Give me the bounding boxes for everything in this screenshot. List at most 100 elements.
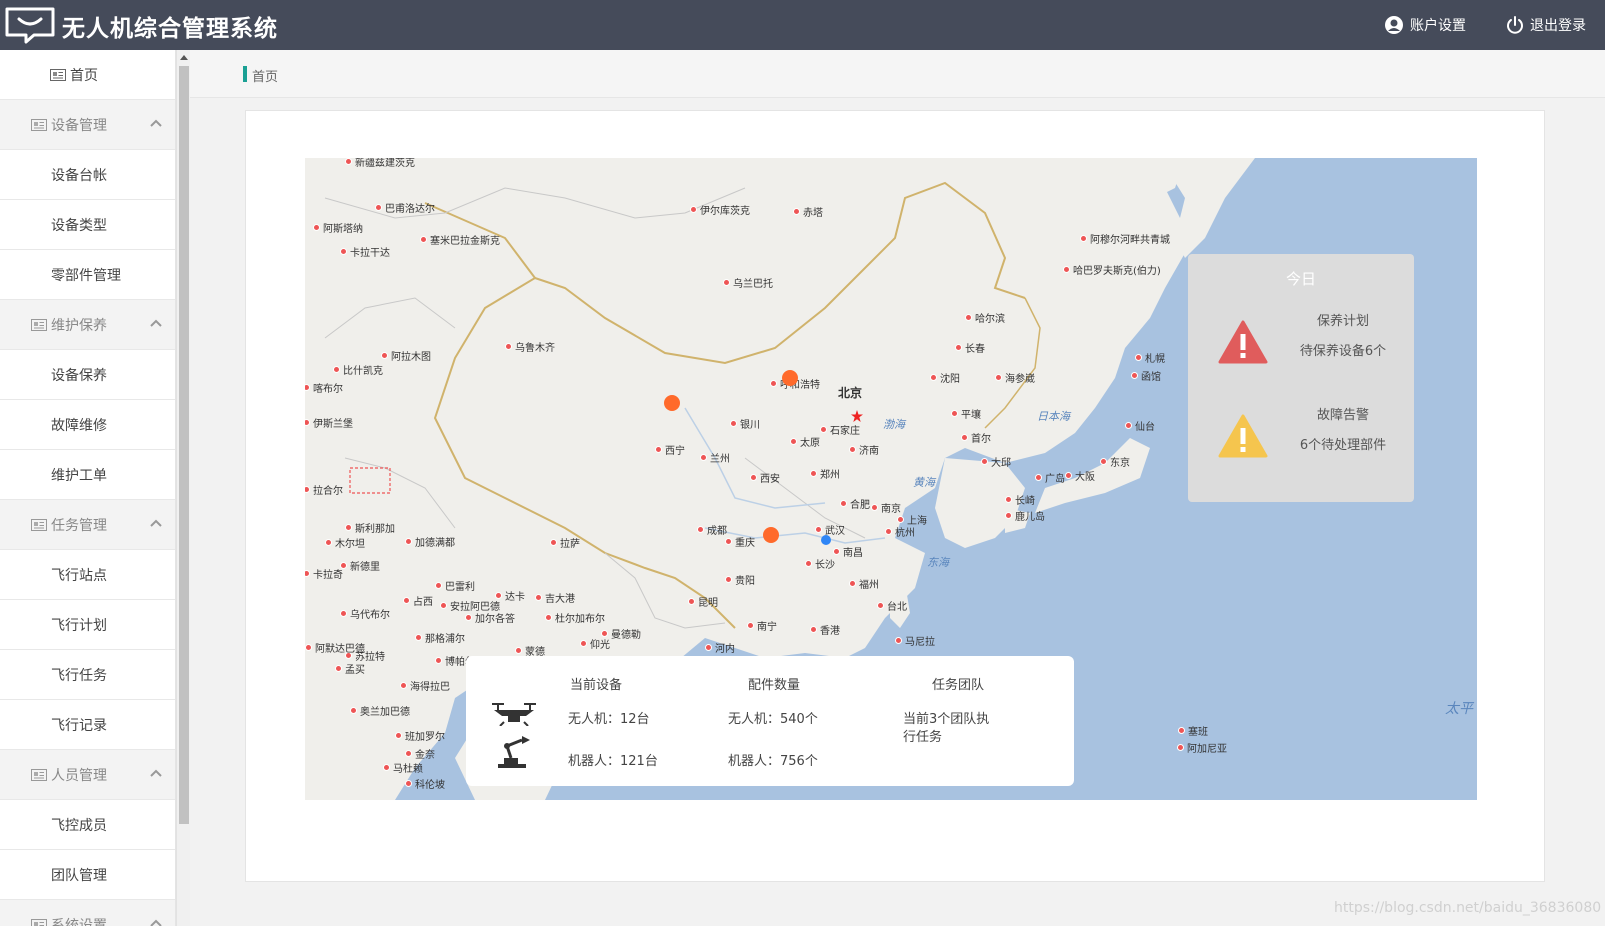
alert-description: 待保养设备6个 [1299,344,1387,359]
sidebar-item-label: 维护工单 [51,467,107,484]
sidebar-item-equipment-type[interactable]: 设备类型 [0,200,175,250]
scrollbar-thumb[interactable] [179,66,189,824]
sidebar-scrollbar[interactable] [176,50,190,926]
today-title: 今日 [1285,270,1316,288]
sidebar-item-label: 飞控成员 [51,817,107,834]
sidebar-item-equipment-maintenance[interactable]: 设备保养 [0,350,175,400]
sidebar-group-label: 设备管理 [51,117,107,134]
map-sea-label: 东海 [927,556,949,569]
map-city-label: 河内 [705,640,735,655]
sidebar-group-label: 系统设置 [51,917,107,926]
map-city-label: 伊尔库茨克 [690,202,750,217]
newspaper-icon [50,68,66,81]
sidebar-group-label: 人员管理 [51,767,107,784]
map-city-label: 阿穆尔河畔共青城 [1080,231,1170,246]
map-city-label: 塞米巴拉金斯克 [420,232,500,247]
map-city-label: 郑州 [810,466,840,481]
sidebar-item-label: 设备类型 [51,217,107,234]
map-city-label: 阿拉木图 [381,348,431,363]
alert-title: 故障告警 [1316,408,1369,423]
sidebar-item-fault-repair[interactable]: 故障维修 [0,400,175,450]
map-city-label: 杜尔加布尔 [545,610,605,625]
map-city-label: 科伦坡 [405,776,445,791]
robot-arm-icon [498,736,530,768]
newspaper-icon [31,118,47,131]
sidebar-group-label: 维护保养 [51,317,107,334]
breadcrumb-accent-bar [243,66,247,82]
sidebar-group-system-settings[interactable]: 系统设置 [0,900,175,926]
device-marker[interactable] [782,370,798,386]
map-city-label: 济南 [849,442,879,457]
sidebar-item-label: 故障维修 [51,417,107,434]
app-title: 无人机综合管理系统 [62,16,278,42]
map-city-label: 首尔 [961,430,991,445]
sidebar-item-team-management[interactable]: 团队管理 [0,850,175,900]
sidebar-item-label: 飞行站点 [51,567,107,584]
sidebar-item-home[interactable]: 首页 [0,50,175,100]
map-city-label: 新疆兹建茨克 [345,158,415,169]
sidebar-group-tasks[interactable]: 任务管理 [0,500,175,550]
map-city-label: 阿加尼亚 [1177,740,1227,755]
capital-star-icon [851,410,863,422]
device-marker[interactable] [664,395,680,411]
maintenance-plan-alert[interactable]: 保养计划 待保养设备6个 [1188,306,1414,386]
warning-triangle-icon [1218,414,1268,458]
map-city-label: 马杜赖 [383,760,423,775]
sidebar-group-label: 任务管理 [51,517,107,534]
map-city-label: 塞班 [1178,723,1208,738]
account-settings-button[interactable]: 账户设置 [1384,14,1466,36]
map-city-label: 伊斯兰堡 [305,415,353,430]
map-city-label: 安拉阿巴德 [440,598,500,613]
sidebar-group-personnel[interactable]: 人员管理 [0,750,175,800]
sidebar-item-flight-stations[interactable]: 飞行站点 [0,550,175,600]
map-city-label: 太原 [790,434,820,449]
sidebar-group-maintenance[interactable]: 维护保养 [0,300,175,350]
breadcrumb-home-link[interactable]: 首页 [252,66,278,85]
drone-icon [492,703,536,726]
sidebar-item-equipment-ledger[interactable]: 设备台帐 [0,150,175,200]
map-city-label: 广岛 [1035,470,1065,485]
map-city-label: 巴雷利 [435,578,475,593]
sidebar-item-flight-plans[interactable]: 飞行计划 [0,600,175,650]
logout-button[interactable]: 退出登录 [1506,14,1586,36]
chevron-up-icon [150,769,162,777]
map-city-label: 木尔坦 [325,535,365,550]
chevron-up-icon [150,519,162,527]
map-city-label: 孟买 [335,661,365,676]
sidebar-item-label: 零部件管理 [51,267,121,284]
map-city-label: 拉合尔 [305,482,343,497]
map-city-label: 拉萨 [550,535,580,550]
stat-devices-drone: 无人机：12台 [568,712,650,727]
sidebar-item-flight-crew[interactable]: 飞控成员 [0,800,175,850]
map-city-label: 长沙 [805,556,835,571]
map-city-label: 哈尔滨 [965,310,1005,325]
sidebar-item-flight-records[interactable]: 飞行记录 [0,700,175,750]
account-settings-label: 账户设置 [1410,18,1466,34]
map-city-label: 沈阳 [930,370,960,385]
sidebar-item-parts[interactable]: 零部件管理 [0,250,175,300]
map-city-label: 银川 [730,416,760,431]
fault-alarm-alert[interactable]: 故障告警 6个待处理部件 [1188,400,1414,480]
map-city-label: 仙台 [1125,418,1155,433]
map-city-label: 卡拉奇 [305,566,343,581]
sidebar-group-equipment[interactable]: 设备管理 [0,100,175,150]
user-icon [1385,16,1403,34]
device-marker[interactable] [763,527,779,543]
stat-header-teams: 任务团队 [932,678,985,693]
map-city-label: 哈巴罗夫斯克(伯力) [1063,262,1161,277]
scroll-up-arrow-icon[interactable] [179,53,189,61]
map-city-label: 乌鲁木齐 [505,339,555,354]
watermark: https://blog.csdn.net/baidu_36836080 [1334,900,1602,916]
map-city-label: 加德满都 [405,534,455,549]
map-city-label: 斯利那加 [345,520,395,535]
map-sea-label: 渤海 [883,418,905,431]
map-city-label: 长春 [955,340,985,355]
map-city-label: 东京 [1100,454,1130,469]
stat-teams-line1: 当前3个团队执 [903,712,990,727]
newspaper-icon [31,918,47,926]
device-marker[interactable] [821,535,831,545]
sidebar-item-work-orders[interactable]: 维护工单 [0,450,175,500]
stats-summary-card: 当前设备 配件数量 任务团队 无人机：12台 机器人：121台 无人机：540个… [466,656,1074,786]
map-city-label: 福州 [849,576,879,591]
sidebar-item-flight-tasks[interactable]: 飞行任务 [0,650,175,700]
